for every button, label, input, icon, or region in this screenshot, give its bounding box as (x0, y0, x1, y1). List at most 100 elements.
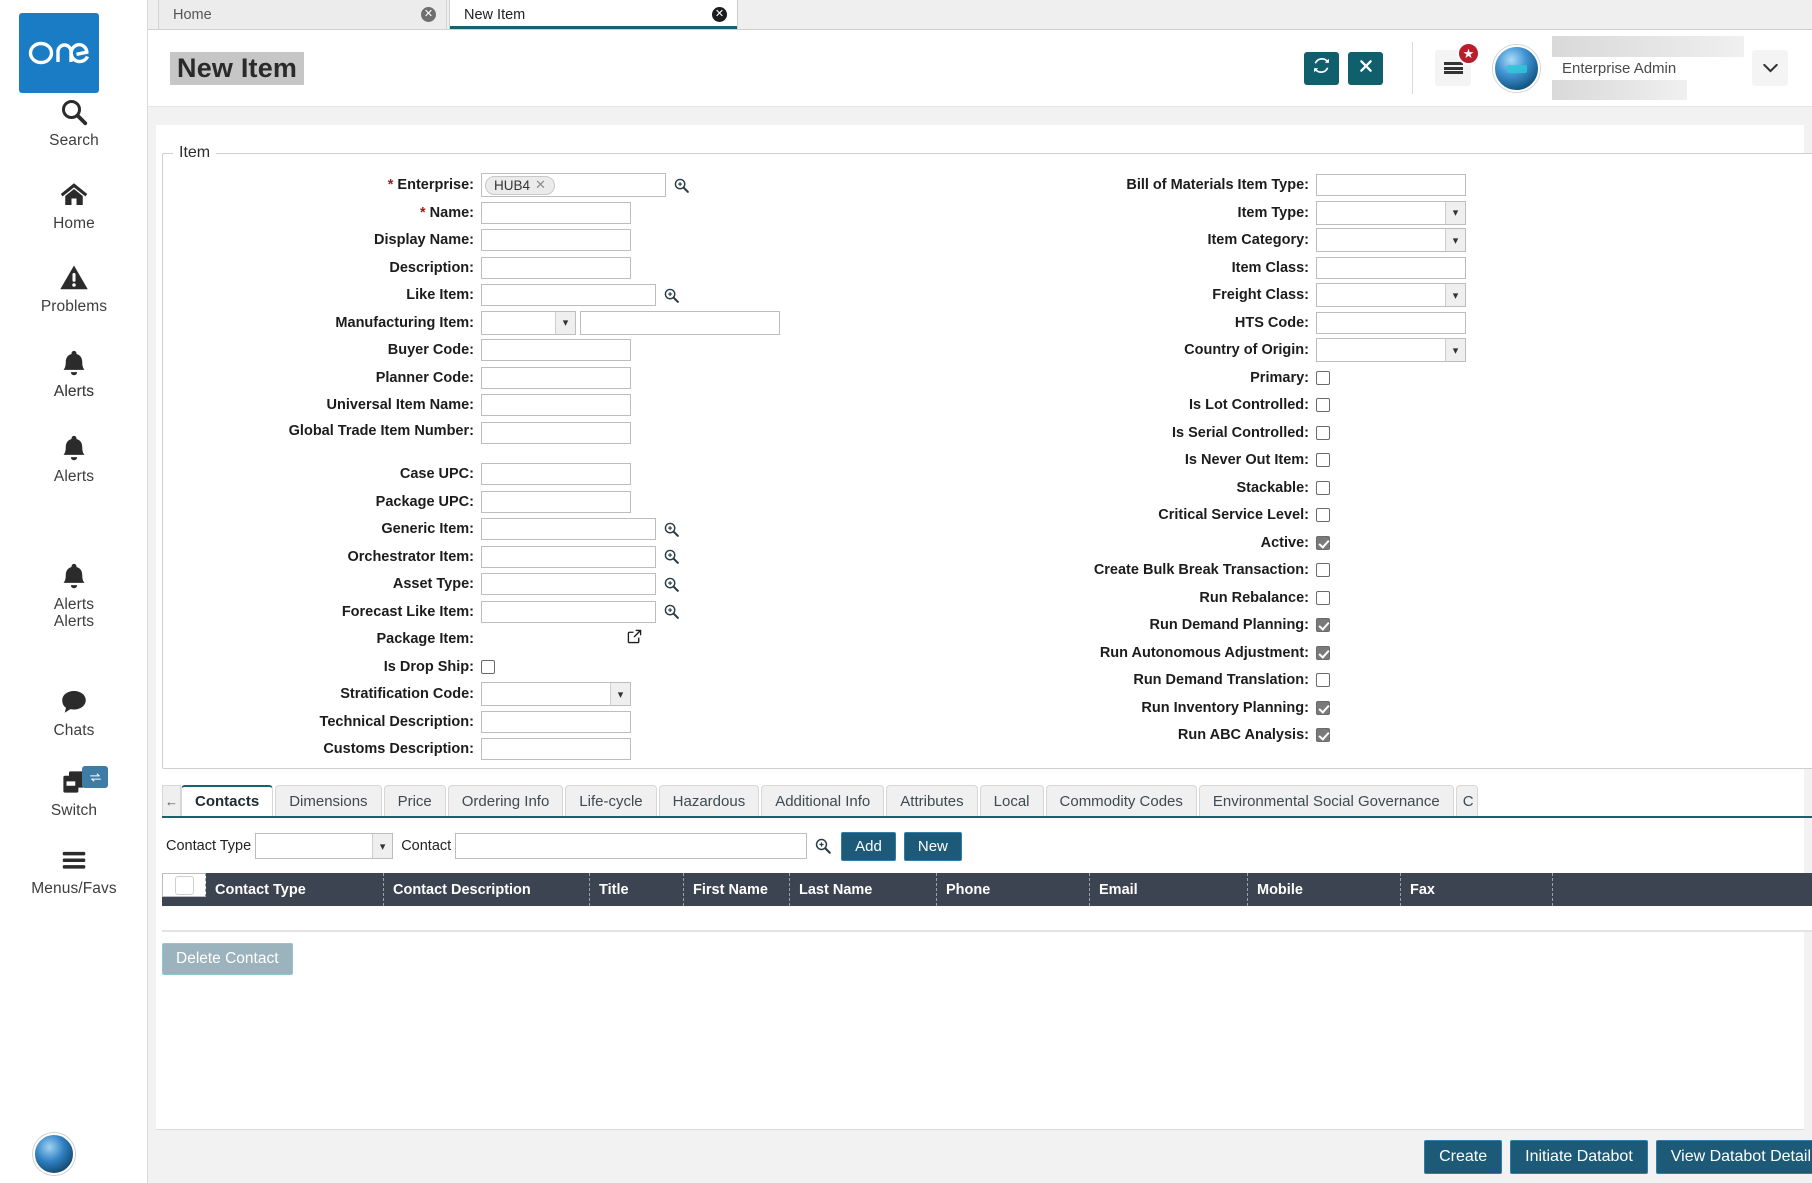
critical-service-level-checkbox[interactable] (1316, 508, 1330, 522)
avatar[interactable] (1493, 44, 1540, 92)
search-lookup-icon[interactable] (814, 837, 832, 855)
planner-code-input[interactable] (481, 366, 631, 389)
enterprise-input[interactable]: HUB4 ✕ (481, 173, 666, 197)
like-item-input[interactable] (481, 284, 656, 306)
column-header-contact-type[interactable]: Contact Type (206, 873, 384, 906)
refresh-button[interactable] (1304, 51, 1339, 85)
window-tab-home[interactable]: Home ✕ (158, 0, 447, 29)
column-header-contact-description[interactable]: Contact Description (384, 873, 590, 906)
contact-type-select[interactable]: ▾ (255, 833, 394, 859)
hts-code-input[interactable] (1316, 311, 1466, 334)
sidebar-item-switch[interactable]: Switch (0, 762, 147, 819)
close-icon[interactable]: ✕ (421, 7, 436, 22)
orchestrator-item-input[interactable] (481, 545, 656, 568)
lookup-icon[interactable] (663, 287, 680, 304)
remove-chip-icon[interactable]: ✕ (535, 177, 546, 193)
asset-type-input[interactable] (481, 573, 656, 595)
item-class-input[interactable] (1316, 256, 1466, 279)
run-demand-translation-checkbox[interactable] (1316, 673, 1330, 687)
country-of-origin-select[interactable]: ▾ (1316, 338, 1466, 362)
lookup-icon[interactable] (663, 576, 680, 593)
global-trade-item-number-input[interactable] (481, 421, 631, 444)
run-autonomous-adjustment-checkbox[interactable] (1316, 645, 1330, 660)
manufacturing-item-select[interactable]: ▾ (481, 310, 576, 335)
sidebar-item-problems[interactable]: Problems (0, 258, 147, 315)
lookup-icon[interactable] (663, 548, 680, 565)
add-contact-button[interactable]: Add (841, 831, 896, 861)
new-contact-button[interactable]: New (903, 831, 962, 861)
sidebar-item-menus-favs[interactable]: Menus/Favs (0, 840, 147, 897)
sidebar-item-alerts-3[interactable]: Alerts Alerts (0, 556, 147, 630)
initiate-databot-button[interactable]: Initiate Databot (1510, 1139, 1648, 1174)
freight-class-select[interactable]: ▾ (1316, 283, 1466, 307)
tab-environmental-social-governance[interactable]: Environmental Social Governance (1198, 785, 1454, 816)
avatar[interactable] (33, 1133, 75, 1175)
is-serial-controlled-checkbox[interactable] (1316, 425, 1330, 440)
display-name-input[interactable] (481, 229, 631, 251)
tab-local[interactable]: Local (979, 785, 1044, 816)
column-header-first-name[interactable]: First Name (684, 873, 790, 906)
is-never-out-item-checkbox[interactable] (1316, 453, 1330, 467)
package-upc-input[interactable] (481, 490, 631, 513)
tab-ordering-info[interactable]: Ordering Info (447, 785, 564, 816)
scroll-tabs-left-button[interactable]: ← (162, 785, 181, 816)
buyer-code-input[interactable] (481, 339, 631, 361)
sidebar-item-search[interactable]: Search (0, 92, 147, 149)
notifications-menu-button[interactable]: ★ (1435, 42, 1480, 86)
tab-truncated[interactable]: C (1455, 785, 1478, 816)
is-lot-controlled-checkbox[interactable] (1316, 398, 1330, 412)
bom-item-type-input[interactable] (1316, 174, 1466, 196)
create-bulk-break-transaction-checkbox[interactable] (1316, 563, 1330, 577)
tab-price[interactable]: Price (383, 785, 446, 816)
tab-attributes[interactable]: Attributes (886, 785, 978, 816)
switch-toggle-badge-icon[interactable] (82, 766, 108, 788)
tab-hazardous[interactable]: Hazardous (658, 785, 760, 816)
sidebar-item-home[interactable]: Home (0, 175, 147, 232)
sidebar-item-alerts-1[interactable]: Alerts Alerts (0, 343, 147, 400)
user-menu-button[interactable] (1752, 50, 1788, 86)
universal-item-name-input[interactable] (481, 394, 631, 416)
run-demand-planning-checkbox[interactable] (1316, 618, 1330, 632)
column-header-phone[interactable]: Phone (937, 873, 1090, 906)
manufacturing-item-input[interactable] (580, 310, 780, 335)
case-upc-input[interactable] (481, 463, 631, 485)
column-header-last-name[interactable]: Last Name (790, 873, 937, 906)
tab-contacts[interactable]: Contacts (181, 785, 274, 816)
tab-dimensions[interactable]: Dimensions (275, 785, 382, 816)
tab-commodity-codes[interactable]: Commodity Codes (1045, 785, 1197, 816)
stackable-checkbox[interactable] (1316, 480, 1330, 495)
close-icon[interactable]: ✕ (712, 7, 727, 22)
delete-contact-button[interactable]: Delete Contact (162, 943, 293, 975)
select-all-checkbox[interactable] (174, 875, 194, 895)
is-drop-ship-checkbox[interactable] (481, 659, 495, 674)
lookup-icon[interactable] (673, 177, 690, 194)
description-input[interactable] (481, 256, 631, 279)
external-link-icon[interactable] (626, 628, 643, 650)
column-header-mobile[interactable]: Mobile (1248, 873, 1401, 906)
column-header-email[interactable]: Email (1090, 873, 1248, 906)
window-tab-new-item[interactable]: New Item ✕ (449, 0, 738, 29)
customs-description-input[interactable] (481, 738, 631, 760)
contact-input[interactable] (455, 833, 808, 859)
create-button[interactable]: Create (1424, 1139, 1503, 1174)
column-header-fax[interactable]: Fax (1401, 873, 1553, 906)
generic-item-input[interactable] (481, 518, 656, 540)
run-rebalance-checkbox[interactable] (1316, 590, 1330, 605)
sidebar-item-alerts-2[interactable]: Alerts (0, 428, 147, 485)
view-databot-detail-button[interactable]: View Databot Detail (1655, 1139, 1812, 1174)
column-header-title[interactable]: Title (590, 873, 684, 906)
run-abc-analysis-checkbox[interactable] (1316, 728, 1330, 742)
app-logo[interactable] (19, 13, 99, 93)
stratification-code-select[interactable]: ▾ (481, 682, 631, 706)
tab-additional-info[interactable]: Additional Info (761, 785, 885, 816)
close-button[interactable] (1348, 51, 1383, 85)
item-category-select[interactable]: ▾ (1316, 228, 1466, 252)
lookup-icon[interactable] (663, 603, 680, 620)
tab-life-cycle[interactable]: Life-cycle (565, 785, 657, 816)
sidebar-item-chats[interactable]: Chats (0, 682, 147, 739)
lookup-icon[interactable] (663, 521, 680, 538)
name-input[interactable] (481, 201, 631, 224)
run-inventory-planning-checkbox[interactable] (1316, 700, 1330, 715)
forecast-like-item-input[interactable] (481, 600, 656, 623)
technical-description-input[interactable] (481, 710, 631, 733)
